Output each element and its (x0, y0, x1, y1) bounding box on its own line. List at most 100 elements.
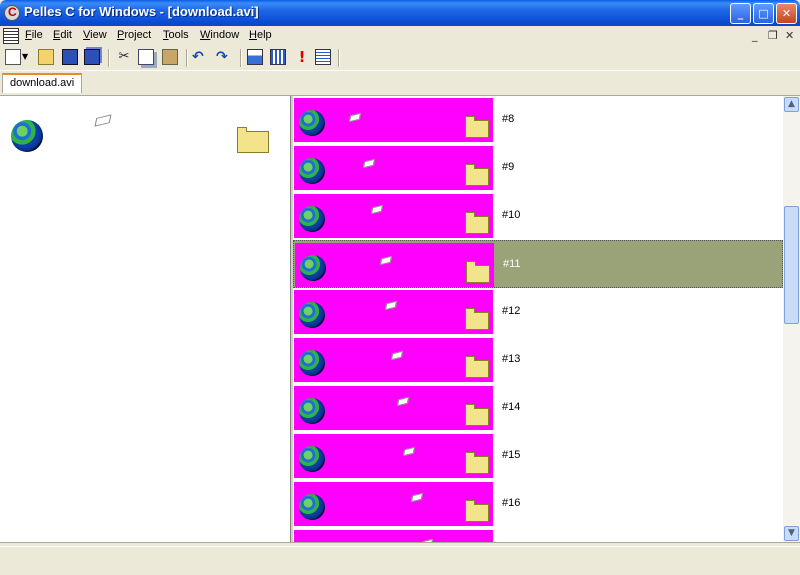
menu-item[interactable]: Tools (163, 29, 189, 41)
new-icon[interactable] (5, 49, 21, 65)
frame-list[interactable]: #8 #9 #10 #11 #12 #13 #14 #15 #16 (293, 96, 783, 542)
maximize-button[interactable]: □ (753, 3, 774, 24)
flying-paper-icon (410, 492, 424, 503)
minimize-button[interactable]: _ (730, 3, 751, 24)
folder-icon (465, 116, 489, 138)
menu-bar: File Edit View Project Tools Window Help _ ❐ ✕ (0, 26, 800, 46)
folder-icon (237, 127, 269, 153)
menu-item[interactable]: Project (117, 29, 151, 41)
tab-strip: download.avi (0, 71, 800, 96)
redo-icon[interactable]: ↷ (216, 49, 232, 65)
frame-label: #10 (502, 209, 521, 221)
frame-row[interactable]: #12 (293, 288, 783, 336)
menu-item[interactable]: Help (249, 29, 272, 41)
folder-icon (465, 356, 489, 378)
frame-thumbnail (294, 482, 493, 526)
flying-paper-icon (379, 255, 393, 266)
frame-label: #12 (502, 305, 521, 317)
flying-paper-icon (348, 112, 362, 123)
globe-icon (11, 120, 43, 152)
frame-label: #13 (502, 353, 521, 365)
globe-icon (299, 206, 325, 232)
execute-icon[interactable]: ! (294, 49, 310, 65)
close-button[interactable]: ✕ (776, 3, 797, 24)
scroll-up-button[interactable]: ▲ (784, 97, 799, 112)
scroll-thumb[interactable] (784, 206, 799, 324)
menu-item[interactable]: Window (200, 29, 239, 41)
dropdown-arrow-icon[interactable]: ▼ (22, 49, 30, 65)
folder-icon (465, 500, 489, 522)
frame-thumbnail (294, 290, 493, 334)
frame-label: #14 (502, 401, 521, 413)
frame-row[interactable]: #10 (293, 192, 783, 240)
save-icon[interactable] (62, 49, 78, 65)
globe-icon (299, 494, 325, 520)
frame-row[interactable]: #16 (293, 480, 783, 528)
tab-download-avi[interactable]: download.avi (2, 73, 83, 93)
mdi-restore-button[interactable]: ❐ (768, 29, 778, 42)
menu-item[interactable]: View (83, 29, 107, 41)
status-bar (0, 542, 800, 575)
frame-row[interactable]: #14 (293, 384, 783, 432)
frame-row[interactable]: #13 (293, 336, 783, 384)
flying-paper-icon (390, 350, 404, 361)
frame-row[interactable] (293, 528, 783, 542)
frame-thumbnail (294, 530, 493, 542)
flying-paper-icon (362, 158, 376, 169)
properties-icon[interactable] (315, 49, 331, 65)
window-title: Pelles C for Windows - [download.avi] (24, 4, 259, 19)
toolbar: ▼ ✂ ↶ ↷ ! (0, 46, 800, 71)
globe-icon (299, 398, 325, 424)
mdi-minimize-button[interactable]: _ (752, 29, 758, 42)
build-icon[interactable] (270, 49, 286, 65)
app-icon[interactable] (4, 5, 20, 21)
frame-label: #16 (502, 497, 521, 509)
folder-icon (465, 212, 489, 234)
frame-label: #8 (502, 113, 515, 125)
frame-label: #15 (502, 449, 521, 461)
open-icon[interactable] (38, 49, 54, 65)
compile-icon[interactable] (247, 49, 263, 65)
cut-icon[interactable]: ✂ (116, 49, 132, 65)
globe-icon (299, 350, 325, 376)
frame-label: #11 (503, 258, 521, 270)
scroll-down-button[interactable]: ▼ (784, 526, 799, 541)
folder-icon (465, 452, 489, 474)
frame-thumbnail (294, 386, 493, 430)
copy-icon[interactable] (138, 49, 154, 65)
undo-icon[interactable]: ↶ (192, 49, 208, 65)
menu-item[interactable]: File (25, 29, 43, 41)
menu-item[interactable]: Edit (53, 29, 72, 41)
save-all-icon[interactable] (84, 49, 100, 65)
frame-thumbnail (295, 243, 494, 287)
flying-paper-icon (384, 300, 398, 311)
frame-label: #9 (502, 161, 515, 173)
frame-thumbnail (294, 98, 493, 142)
folder-icon (465, 404, 489, 426)
folder-icon (465, 164, 489, 186)
flying-paper-icon (396, 396, 410, 407)
flying-paper-icon (402, 446, 416, 457)
frame-thumbnail (294, 434, 493, 478)
flying-paper-icon (370, 204, 384, 215)
globe-icon (299, 158, 325, 184)
frame-thumbnail (294, 194, 493, 238)
frame-thumbnail (294, 338, 493, 382)
globe-icon (300, 255, 326, 281)
mdi-close-button[interactable]: ✕ (785, 29, 794, 42)
paste-icon[interactable] (162, 49, 178, 65)
globe-icon (299, 446, 325, 472)
vertical-scrollbar[interactable]: ▲ ▼ (783, 96, 800, 542)
frame-preview-pane[interactable] (0, 96, 290, 542)
frame-row[interactable]: #8 (293, 96, 783, 144)
frame-row[interactable]: #11 (293, 240, 783, 288)
flying-paper-icon (94, 114, 112, 127)
frame-row[interactable]: #15 (293, 432, 783, 480)
folder-icon (465, 308, 489, 330)
globe-icon (299, 302, 325, 328)
globe-icon (299, 110, 325, 136)
frame-row[interactable]: #9 (293, 144, 783, 192)
frame-thumbnail (294, 146, 493, 190)
title-bar[interactable]: Pelles C for Windows - [download.avi] _ … (0, 0, 800, 26)
document-icon[interactable] (3, 28, 19, 44)
